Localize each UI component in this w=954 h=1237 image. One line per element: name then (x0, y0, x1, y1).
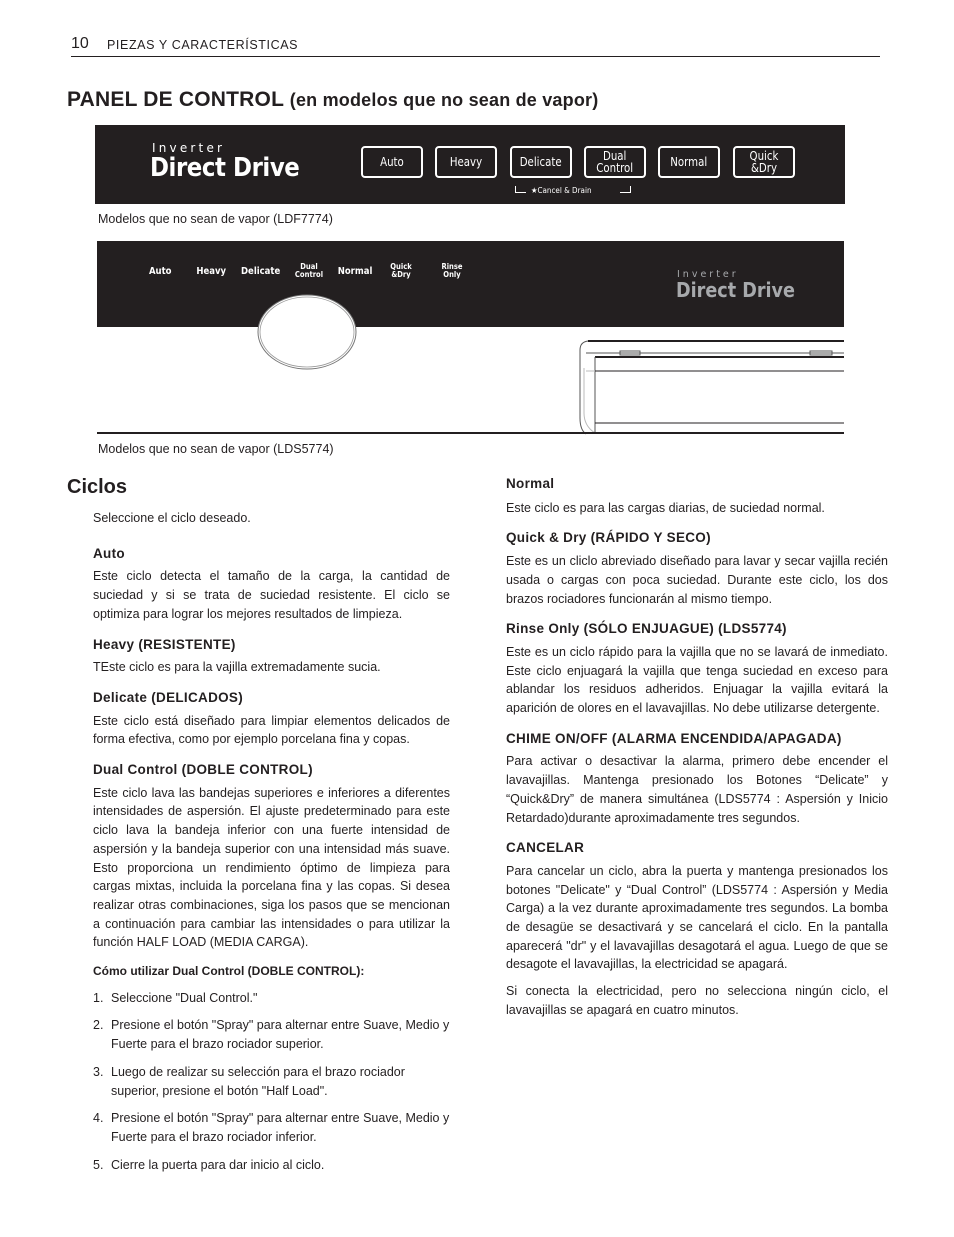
button-label: Auto (380, 155, 404, 169)
button-label: Delicate (520, 155, 562, 169)
step-text: Luego de realizar su selección para el b… (111, 1064, 405, 1098)
bracket-left (515, 186, 526, 193)
running-head: PIEZAS Y CARACTERÍSTICAS (107, 38, 299, 52)
cycle-text-normal: Este ciclo es para las cargas diarias, d… (506, 500, 825, 515)
cycle-text-rinse-only: Este es un ciclo rápido para la vajilla … (506, 644, 888, 716)
caption-lds5774: Modelos que no sean de vapor (LDS5774) (98, 442, 334, 456)
cycle-label-normal[interactable]: Normal (338, 267, 373, 277)
text-cancelar: Para cancelar un ciclo, abra la puerta y… (506, 863, 888, 972)
howto-step: 5. Cierre la puerta para dar inicio al ci… (93, 1156, 450, 1175)
ciclos-right-column: Normal Este ciclo es para las cargas dia… (506, 475, 888, 1020)
cycle-button-dual-control[interactable]: Dual Control (584, 146, 646, 178)
header-rule (71, 56, 880, 57)
cycle-heading-dual-control: Dual Control (DOBLE CONTROL) (93, 762, 313, 778)
cycle-text-auto: Este ciclo detecta el tamaño de la carga… (93, 569, 450, 621)
step-text: Presione el botón "Spray" para alternar … (111, 1018, 450, 1052)
button-label: Heavy (449, 155, 483, 169)
bracket-right (620, 186, 631, 193)
cycle-text-quick-dry: Este es un cliclo abreviado diseñado par… (506, 554, 888, 606)
cycle-heading-normal: Normal (506, 476, 555, 491)
step-number: 2. (93, 1018, 104, 1033)
step-number: 5. (93, 1157, 104, 1172)
step-text: Seleccione "Dual Control." (111, 990, 258, 1005)
text-auto-off: Si conecta la electricidad, pero no sele… (506, 984, 888, 1017)
cycle-label-quick-dry[interactable]: Quick &Dry (388, 263, 414, 279)
cycle-button-normal[interactable]: Normal (658, 146, 720, 178)
cycle-heading-auto: Auto (93, 545, 125, 561)
cycle-button-delicate[interactable]: Delicate (510, 146, 572, 178)
section-title: PANEL DE CONTROL (en modelos que no sean… (67, 88, 598, 112)
cycle-text-dual-control: Este ciclo lava las bandejas superiores … (93, 785, 450, 950)
howto-steps: 1. Seleccione "Dual Control." 2. Presione … (93, 989, 450, 1175)
brand-direct-drive: Direct Drive (676, 278, 795, 302)
ciclos-left-column: Seleccione el ciclo deseado. Auto Este c… (93, 509, 450, 1174)
cancel-drain-label: ★Cancel & Drain (531, 186, 592, 195)
caption-ldf7774: Modelos que no sean de vapor (LDF7774) (98, 212, 333, 226)
cycle-heading-delicate: Delicate (DELICADOS) (93, 689, 244, 705)
button-label: Quick &Dry (749, 149, 779, 175)
control-panel-lds5774: Auto Heavy Delicate Dual Control Normal … (97, 241, 844, 327)
step-text: Presione el botón "Spray" para alternar … (111, 1111, 450, 1144)
ciclos-intro: Seleccione el ciclo deseado. (93, 511, 251, 525)
howto-step: 4. Presione el botón "Spray" para alterna… (93, 1109, 450, 1146)
step-number: 3. (93, 1064, 104, 1079)
cycle-text-heavy: TEste ciclo es para la vajilla extremada… (93, 660, 381, 675)
cycle-button-auto[interactable]: Auto (361, 146, 423, 178)
howto-step: 3. Luego de realizar su selección para el… (93, 1063, 450, 1100)
cycle-label-heavy[interactable]: Heavy (196, 267, 226, 277)
howto-step: 1. Seleccione "Dual Control." (93, 989, 450, 1008)
cycle-heading-quick-dry: Quick & Dry (RÁPIDO Y SECO) (506, 530, 711, 546)
heading-cancelar: CANCELAR (506, 840, 585, 856)
heading-chime: CHIME ON/OFF (ALARMA ENCENDIDA/APAGADA) (506, 730, 842, 746)
cancel-drain-indicator: ★Cancel & Drain (515, 186, 631, 195)
brand-direct-drive: Direct Drive (150, 153, 300, 183)
cycle-button-quick-dry[interactable]: Quick &Dry (733, 146, 795, 178)
door-handle-illustration-icon (579, 340, 844, 435)
control-panel-ldf7774: Inverter Direct Drive Auto Heavy Delicat… (95, 125, 845, 204)
cycle-label-rinse-only[interactable]: Rinse Only (439, 263, 465, 279)
cycle-text-delicate: Este ciclo está diseñado para limpiar el… (93, 713, 450, 747)
start-dial-icon[interactable] (254, 292, 360, 372)
section-title-sub: (en modelos que no sean de vapor) (289, 90, 599, 110)
howto-heading: Cómo utilizar Dual Control (DOBLE CONTRO… (93, 964, 365, 979)
button-label: Dual Control (596, 149, 634, 175)
cycle-button-heavy[interactable]: Heavy (435, 146, 497, 178)
step-number: 4. (93, 1111, 104, 1126)
section-title-main: PANEL DE CONTROL (67, 88, 284, 111)
cycle-heading-heavy: Heavy (RESISTENTE) (93, 636, 236, 652)
cycle-label-auto[interactable]: Auto (149, 267, 172, 277)
text-chime: Para activar o desactivar la alarma, pri… (506, 754, 888, 825)
page-number: 10 (71, 35, 89, 52)
step-text: Cierre la puerta para dar inicio al cicl… (111, 1157, 325, 1172)
cycle-label-delicate[interactable]: Delicate (241, 267, 280, 277)
step-number: 1. (93, 990, 104, 1005)
howto-step: 2. Presione el botón "Spray" para alterna… (93, 1016, 450, 1053)
ciclos-title: Ciclos (67, 476, 128, 498)
illustration-baseline (97, 432, 844, 434)
button-label: Normal (670, 155, 708, 169)
cycle-label-dual-control[interactable]: Dual Control (294, 263, 325, 279)
cycle-heading-rinse-only: Rinse Only (SÓLO ENJUAGUE) (LDS5774) (506, 621, 787, 637)
